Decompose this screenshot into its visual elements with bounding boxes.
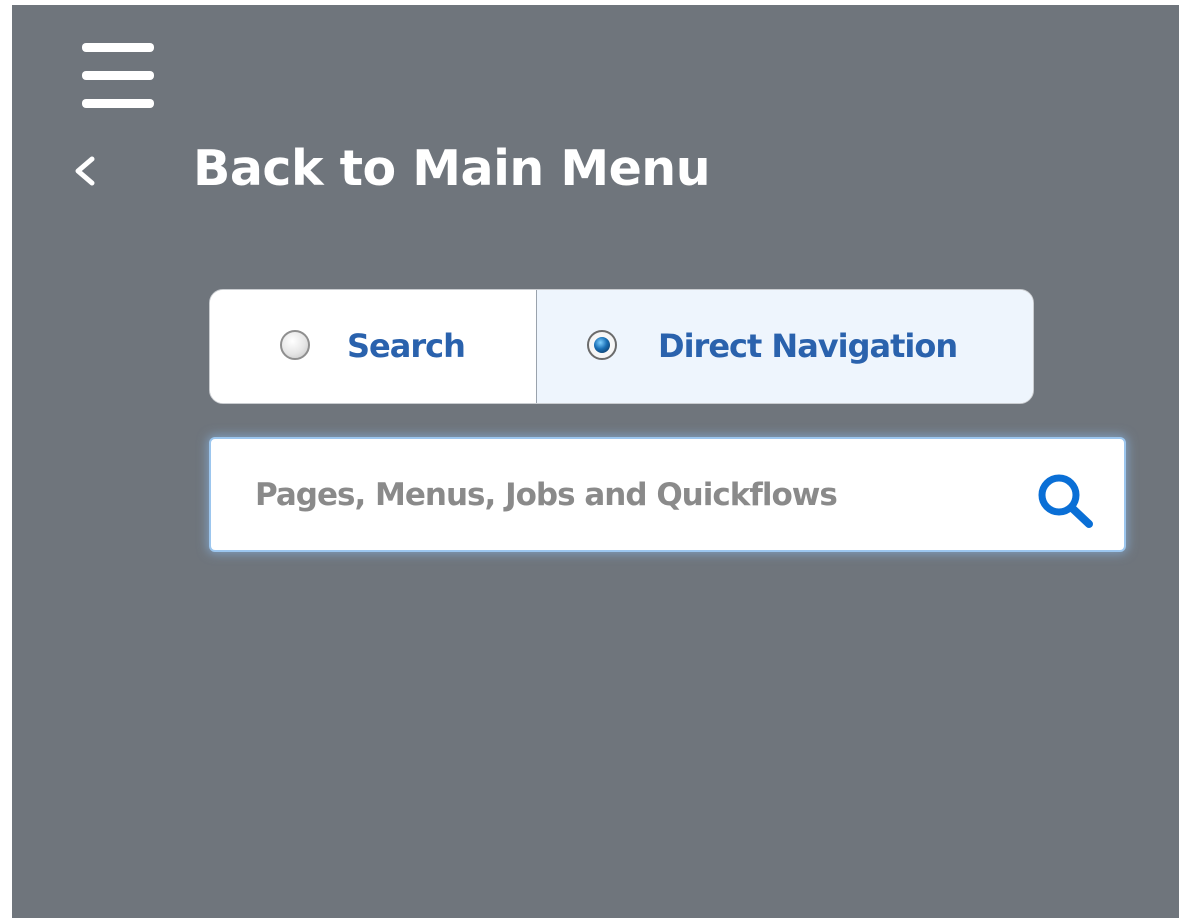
search-mode-option[interactable]: Search xyxy=(210,290,536,403)
back-to-main-menu-label: Back to Main Menu xyxy=(193,140,711,197)
back-to-main-menu-link[interactable]: Back to Main Menu xyxy=(70,135,810,205)
hamburger-menu-icon[interactable] xyxy=(82,43,154,109)
menu-bar-bottom xyxy=(82,99,154,108)
direct-navigation-label: Direct Navigation xyxy=(658,327,958,365)
search-icon[interactable] xyxy=(1029,469,1103,529)
menu-bar-middle xyxy=(82,71,154,80)
navigation-panel: Back to Main Menu Search Direct Navigati… xyxy=(12,5,1179,918)
search-mode-toggle: Search Direct Navigation xyxy=(209,289,1034,404)
search-mode-label: Search xyxy=(347,327,466,365)
direct-navigation-option[interactable]: Direct Navigation xyxy=(536,290,1033,403)
navigation-search-input[interactable] xyxy=(255,469,1025,521)
direct-navigation-radio-button[interactable] xyxy=(587,330,617,360)
menu-bar-top xyxy=(82,43,154,52)
navigation-search-field xyxy=(209,437,1126,552)
search-radio-button[interactable] xyxy=(280,330,310,360)
chevron-left-icon xyxy=(75,156,95,186)
